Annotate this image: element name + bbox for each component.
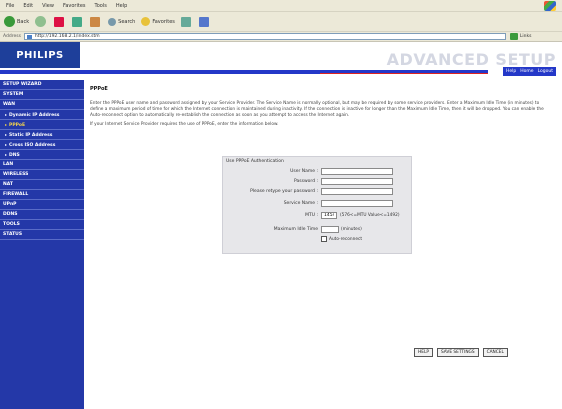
retype-password-label: Please retype your password : [250, 189, 318, 194]
star-icon [141, 17, 151, 26]
menu-edit[interactable]: Edit [23, 3, 33, 9]
search-button[interactable]: Search [108, 17, 135, 26]
logout-link[interactable]: Logout [538, 69, 553, 74]
forward-arrow-icon [35, 16, 47, 27]
philips-logo: PHILIPS [0, 42, 80, 68]
sidebar-item-tools[interactable]: TOOLS [0, 220, 84, 230]
service-name-label: Service Name : [283, 201, 318, 206]
retype-password-field[interactable] [321, 188, 393, 195]
form-heading: Use PPPoE Authentication [226, 159, 284, 164]
mail-icon [198, 16, 209, 27]
sidebar-item-setup-wizard[interactable]: SETUP WIZARD [0, 80, 84, 90]
menu-tools[interactable]: Tools [95, 3, 107, 9]
sidebar-item-nat[interactable]: NAT [0, 180, 84, 190]
windows-logo-icon [544, 1, 556, 11]
back-arrow-icon [4, 16, 15, 27]
sidebar-item-cross-iso[interactable]: Cross ISO Address [0, 140, 84, 150]
banner-accent-line [320, 73, 488, 74]
menu-view[interactable]: View [42, 3, 54, 9]
pppoe-form: Use PPPoE Authentication User Name : Pas… [222, 156, 412, 254]
pppoe-description: Enter the PPPoE user name and password a… [90, 101, 544, 118]
menu-favorites[interactable]: Favorites [63, 3, 86, 9]
home-button[interactable] [90, 16, 102, 27]
history-button[interactable] [180, 16, 193, 27]
action-buttons: HELP SAVE SETTINGS CANCEL [414, 348, 508, 357]
menu-help[interactable]: Help [116, 3, 127, 9]
sidebar-item-upnp[interactable]: UPnP [0, 200, 84, 210]
address-input[interactable]: http://192.168.2.1/index.stm [23, 33, 506, 40]
retype-password-row: Please retype your password : [223, 188, 411, 197]
address-bar: Address http://192.168.2.1/index.stm Lin… [0, 32, 562, 42]
max-idle-unit: (minutes) [341, 227, 362, 232]
search-icon [108, 17, 117, 26]
sidebar-item-static-ip[interactable]: Static IP Address [0, 130, 84, 140]
sidebar-item-status[interactable]: STATUS [0, 230, 84, 240]
go-button[interactable] [509, 33, 518, 40]
help-button[interactable]: HELP [414, 348, 433, 357]
pppoe-instruction: If your Internet Service Provider requir… [90, 122, 279, 127]
browser-menu-bar: File Edit View Favorites Tools Help [0, 0, 562, 12]
top-links: Help Home Logout [503, 67, 556, 76]
auto-reconnect-option: Auto-reconnect [321, 236, 362, 242]
password-label: Password : [294, 179, 318, 184]
sidebar-item-lan[interactable]: LAN [0, 160, 84, 170]
stop-icon [54, 16, 65, 27]
user-name-field[interactable] [321, 168, 393, 175]
sidebar-item-dynamic-ip[interactable]: Dynamic IP Address [0, 110, 84, 120]
menu-file[interactable]: File [6, 3, 14, 9]
user-name-row: User Name : [223, 168, 411, 177]
main-content: PPPoE Enter the PPPoE user name and pass… [90, 86, 550, 254]
sidebar-item-wan[interactable]: WAN [0, 100, 84, 110]
sidebar-item-ddns[interactable]: DDNS [0, 210, 84, 220]
service-name-field[interactable] [321, 200, 393, 207]
mail-button[interactable] [198, 16, 211, 27]
refresh-button[interactable] [72, 16, 84, 27]
address-label: Address [3, 34, 21, 39]
refresh-icon [72, 16, 83, 27]
max-idle-label: Maximum Idle Time [273, 227, 318, 232]
auto-reconnect-label: Auto-reconnect [329, 236, 363, 242]
links-label[interactable]: Links [520, 34, 532, 39]
password-row: Password : [223, 178, 411, 187]
sidebar-item-wireless[interactable]: WIRELESS [0, 170, 84, 180]
mtu-row: MTU : (576<=MTU Value<=1492) [223, 212, 411, 221]
auto-reconnect-checkbox[interactable] [321, 236, 327, 242]
mtu-field[interactable] [321, 212, 337, 219]
page-banner: PHILIPS ADVANCED SETUP Help Home Logout [0, 42, 562, 82]
user-name-label: User Name : [290, 169, 318, 174]
save-settings-button[interactable]: SAVE SETTINGS [436, 348, 479, 357]
favorites-button[interactable]: Favorites [141, 17, 175, 26]
browser-toolbar: Back Search Favorites [0, 12, 562, 32]
mtu-label: MTU : [305, 213, 318, 218]
cancel-button[interactable]: CANCEL [482, 348, 508, 357]
sidebar-item-pppoe[interactable]: PPPoE [0, 120, 84, 130]
max-idle-row: Maximum Idle Time (minutes) Auto-reconne… [223, 226, 411, 246]
home-icon [90, 16, 101, 27]
help-link[interactable]: Help [506, 69, 516, 74]
section-title: PPPoE [90, 86, 108, 92]
sidebar-item-dns[interactable]: DNS [0, 150, 84, 160]
history-icon [180, 16, 191, 27]
service-name-row: Service Name : [223, 200, 411, 209]
mtu-range-note: (576<=MTU Value<=1492) [340, 213, 400, 218]
stop-button[interactable] [54, 16, 66, 27]
back-button[interactable]: Back [4, 16, 29, 27]
forward-button[interactable] [35, 16, 48, 27]
sidebar-item-firewall[interactable]: FIREWALL [0, 190, 84, 200]
sidebar-item-system[interactable]: SYSTEM [0, 90, 84, 100]
sidebar-nav: SETUP WIZARD SYSTEM WAN Dynamic IP Addre… [0, 80, 84, 409]
max-idle-field[interactable] [321, 226, 339, 233]
password-field[interactable] [321, 178, 393, 185]
home-link[interactable]: Home [520, 69, 533, 74]
